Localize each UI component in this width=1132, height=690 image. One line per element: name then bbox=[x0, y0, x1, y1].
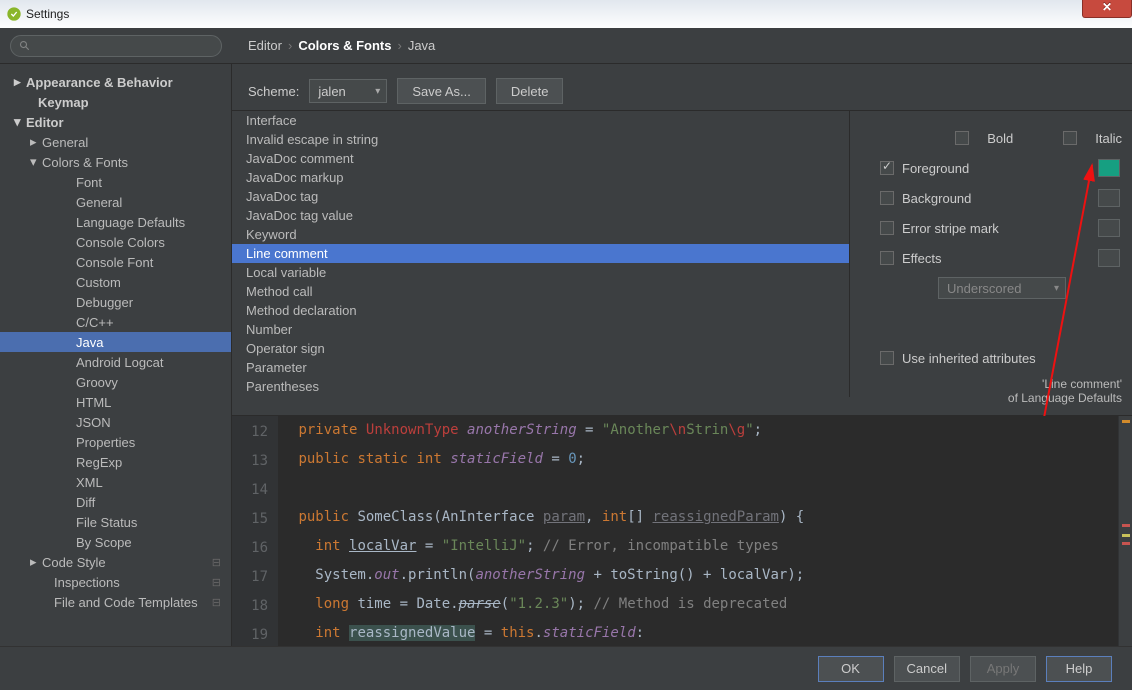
attribute-item[interactable]: JavaDoc tag bbox=[232, 187, 849, 206]
tree-item[interactable]: RegExp bbox=[0, 452, 231, 472]
attribute-item[interactable]: Line comment bbox=[232, 244, 849, 263]
tree-item[interactable]: File and Code Templates⊟ bbox=[0, 592, 231, 612]
attribute-item[interactable]: Parameter bbox=[232, 358, 849, 377]
close-button[interactable]: ✕ bbox=[1082, 0, 1132, 18]
attribute-item[interactable]: Local variable bbox=[232, 263, 849, 282]
effects-checkbox[interactable] bbox=[880, 251, 894, 265]
foreground-swatch[interactable] bbox=[1098, 159, 1120, 177]
ok-button[interactable]: OK bbox=[818, 656, 884, 682]
errorstripe-checkbox[interactable] bbox=[880, 221, 894, 235]
tree-item[interactable]: XML bbox=[0, 472, 231, 492]
attribute-item[interactable]: Number bbox=[232, 320, 849, 339]
attribute-item[interactable]: Keyword bbox=[232, 225, 849, 244]
tree-item[interactable]: Keymap bbox=[0, 92, 231, 112]
attribute-list: InterfaceInvalid escape in stringJavaDoc… bbox=[232, 111, 850, 397]
tree-item[interactable]: Diff bbox=[0, 492, 231, 512]
tree-item[interactable]: ▾Editor bbox=[0, 112, 231, 132]
attribute-item[interactable]: Method call bbox=[232, 282, 849, 301]
inherit-link[interactable]: Language Defaults bbox=[1021, 391, 1122, 405]
app-icon bbox=[6, 6, 22, 22]
code-gutter: 1213141516171819 bbox=[232, 416, 278, 646]
scheme-select[interactable]: jalen bbox=[309, 79, 387, 103]
attribute-item[interactable]: JavaDoc tag value bbox=[232, 206, 849, 225]
code-preview: private UnknownType anotherString = "Ano… bbox=[278, 416, 1118, 646]
bold-checkbox[interactable] bbox=[955, 131, 969, 145]
effects-swatch[interactable] bbox=[1098, 249, 1120, 267]
apply-button[interactable]: Apply bbox=[970, 656, 1036, 682]
tree-item[interactable]: Custom bbox=[0, 272, 231, 292]
scheme-label: Scheme: bbox=[248, 84, 299, 99]
help-button[interactable]: Help bbox=[1046, 656, 1112, 682]
tree-item[interactable]: ▸Appearance & Behavior bbox=[0, 72, 231, 92]
tree-item[interactable]: Language Defaults bbox=[0, 212, 231, 232]
tree-item[interactable]: Groovy bbox=[0, 372, 231, 392]
background-swatch[interactable] bbox=[1098, 189, 1120, 207]
errorstripe-swatch[interactable] bbox=[1098, 219, 1120, 237]
tree-item[interactable]: Properties bbox=[0, 432, 231, 452]
breadcrumb: Editor›Colors & Fonts›Java bbox=[232, 38, 435, 53]
attribute-item[interactable]: Invalid escape in string bbox=[232, 130, 849, 149]
tree-item[interactable]: General bbox=[0, 192, 231, 212]
tree-item[interactable]: By Scope bbox=[0, 532, 231, 552]
tree-item[interactable]: Inspections⊟ bbox=[0, 572, 231, 592]
tree-item[interactable]: C/C++ bbox=[0, 312, 231, 332]
attribute-item[interactable]: Method declaration bbox=[232, 301, 849, 320]
italic-checkbox[interactable] bbox=[1063, 131, 1077, 145]
attribute-item[interactable]: JavaDoc comment bbox=[232, 149, 849, 168]
tree-item[interactable]: Font bbox=[0, 172, 231, 192]
effects-type-select[interactable]: Underscored bbox=[938, 277, 1066, 299]
tree-item[interactable]: Console Font bbox=[0, 252, 231, 272]
search-input[interactable] bbox=[10, 35, 222, 57]
attribute-item[interactable]: Operator sign bbox=[232, 339, 849, 358]
tree-item[interactable]: ▸Code Style⊟ bbox=[0, 552, 231, 572]
titlebar: Settings ✕ bbox=[0, 0, 1132, 28]
delete-button[interactable]: Delete bbox=[496, 78, 564, 104]
foreground-checkbox[interactable] bbox=[880, 161, 894, 175]
tree-item[interactable]: HTML bbox=[0, 392, 231, 412]
search-icon bbox=[19, 40, 31, 52]
inherit-checkbox[interactable] bbox=[880, 351, 894, 365]
tree-item[interactable]: Debugger bbox=[0, 292, 231, 312]
tree-item[interactable]: JSON bbox=[0, 412, 231, 432]
error-stripe-bar[interactable] bbox=[1118, 416, 1132, 646]
tree-item[interactable]: Java bbox=[0, 332, 231, 352]
attribute-item[interactable]: JavaDoc markup bbox=[232, 168, 849, 187]
cancel-button[interactable]: Cancel bbox=[894, 656, 960, 682]
tree-item[interactable]: File Status bbox=[0, 512, 231, 532]
tree-item[interactable]: Console Colors bbox=[0, 232, 231, 252]
attribute-item[interactable]: Interface bbox=[232, 111, 849, 130]
attribute-properties: Bold Italic Foreground Background Error … bbox=[850, 111, 1132, 415]
window-title: Settings bbox=[26, 7, 69, 21]
background-checkbox[interactable] bbox=[880, 191, 894, 205]
attribute-item[interactable]: Parentheses bbox=[232, 377, 849, 396]
tree-item[interactable]: ▸General bbox=[0, 132, 231, 152]
save-as-button[interactable]: Save As... bbox=[397, 78, 486, 104]
tree-item[interactable]: ▾Colors & Fonts bbox=[0, 152, 231, 172]
tree-item[interactable]: Android Logcat bbox=[0, 352, 231, 372]
settings-tree: ▸Appearance & BehaviorKeymap▾Editor▸Gene… bbox=[0, 64, 232, 646]
